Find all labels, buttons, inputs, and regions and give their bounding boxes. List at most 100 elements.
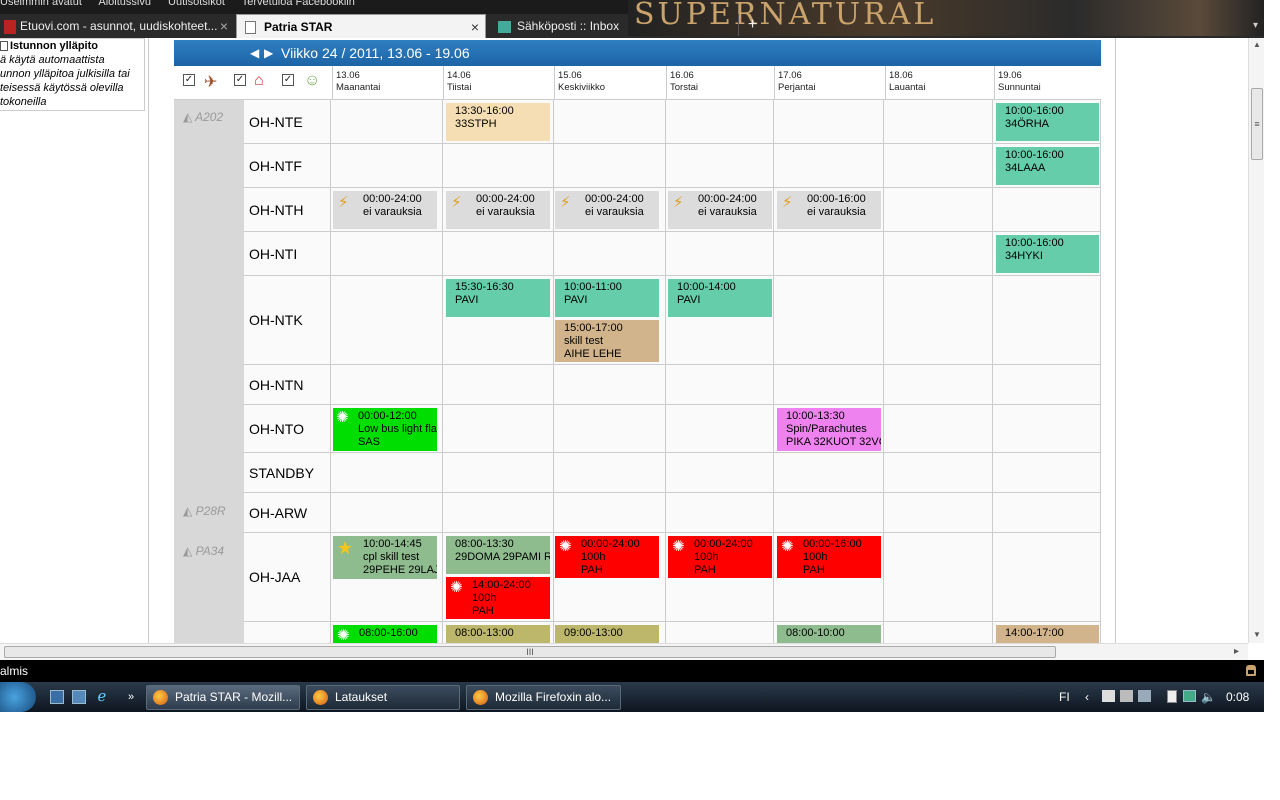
group-pa34[interactable]: ◭ PA34 [183, 544, 224, 558]
scroll-down-icon[interactable]: ▼ [1253, 630, 1261, 639]
booking-block[interactable]: 08:00-13:00 [446, 625, 550, 643]
bookmark-facebook[interactable]: Tervetuloa Facebookiin [242, 0, 355, 8]
bookmark-most-visited[interactable]: Useimmin avatut [0, 0, 82, 8]
close-icon[interactable]: × [471, 15, 479, 39]
booking-block[interactable]: 08:00-10:00 [777, 625, 881, 643]
horizontal-scrollbar[interactable]: III ▸ [0, 643, 1248, 660]
availability-block[interactable]: ⚡ 00:00-16:00 ei varauksia [777, 191, 881, 229]
availability-block[interactable]: ⚡ 00:00-24:00 ei varauksia [668, 191, 772, 229]
clock[interactable]: 0:08 [1226, 682, 1249, 712]
filter-plane-checkbox[interactable]: ✓ [183, 74, 195, 86]
booking-block[interactable]: 10:00-14:00 PAVI [668, 279, 772, 317]
taskbar: ℯ » Patria STAR - Mozill... Lataukset Mo… [0, 682, 1264, 712]
network-icon[interactable] [1183, 690, 1196, 702]
bookmark-headlines[interactable]: Uutisotsikot [168, 0, 225, 8]
aircraft-reg[interactable]: OH-JAA [244, 533, 330, 621]
booking-block[interactable]: 14:00-17:00 [996, 625, 1099, 643]
aircraft-reg[interactable]: OH-NTI [244, 232, 330, 275]
aircraft-reg[interactable]: OH-NTH [244, 188, 330, 231]
aircraft-row: OH-ARW [244, 493, 1101, 533]
day-header-row: ✓ ✈ ✓ ⌂ ✓ ☺ 13.06 Maanantai 14.06 Tiistai … [174, 66, 1101, 100]
task-patria-star[interactable]: Patria STAR - Mozill... [146, 685, 300, 710]
collapse-icon[interactable]: ◭ [183, 544, 192, 558]
lightning-icon: ⚡ [560, 194, 571, 211]
availability-block[interactable]: ⚡ 00:00-24:00 ei varauksia [555, 191, 659, 229]
maintenance-block[interactable]: ✺ 14:00-24:00 100h PAH [446, 577, 550, 619]
booking-block[interactable]: 15:00-17:00 skill test AIHE LEHE [555, 320, 659, 362]
aircraft-reg[interactable]: OH-NTN [244, 365, 330, 404]
session-checkbox[interactable] [0, 41, 8, 52]
close-icon[interactable]: × [220, 14, 228, 38]
collapse-icon[interactable]: ◭ [183, 110, 192, 124]
tray-app-icon[interactable] [1120, 690, 1133, 702]
maintenance-block[interactable]: ✺ 00:00-12:00 Low bus light flas SAS [333, 408, 437, 451]
quick-launch-more-icon[interactable]: » [124, 690, 138, 704]
aircraft-reg[interactable]: OH-ARW [244, 493, 330, 532]
lightning-icon: ⚡ [673, 194, 684, 211]
new-tab-button[interactable]: + [738, 14, 766, 36]
maintenance-block[interactable]: ✺ 00:00-24:00 100h PAH [668, 536, 772, 578]
booking-time: 14:00-24:00 [472, 579, 531, 591]
maintenance-block[interactable]: ✺ 08:00-16:00 [333, 625, 437, 643]
tab-patria-star[interactable]: Patria STAR × [236, 14, 486, 39]
firefox-icon [313, 690, 328, 705]
task-label: Patria STAR - Mozill... [175, 690, 293, 704]
scroll-right-icon[interactable]: ▸ [1234, 646, 1239, 657]
etuovi-favicon-icon [4, 19, 16, 34]
aircraft-reg[interactable]: OH-NTO [244, 405, 330, 452]
internet-explorer-icon[interactable]: ℯ [95, 689, 109, 704]
filter-house-checkbox[interactable]: ✓ [234, 74, 246, 86]
desktop-icon[interactable] [50, 690, 64, 704]
group-p28r[interactable]: ◭ P28R [183, 504, 226, 518]
language-indicator[interactable]: FI [1059, 682, 1070, 712]
show-hidden-icons-icon[interactable]: ‹ [1085, 682, 1089, 712]
booking-block[interactable]: 10:00-13:30 Spin/Parachutes PIKA 32KUOT 32… [777, 408, 881, 451]
booking-block[interactable]: 13:30-16:00 33STPH [446, 103, 550, 141]
maintenance-block[interactable]: ✺ 00:00-16:00 100h PAH [777, 536, 881, 578]
start-button[interactable] [0, 682, 36, 712]
filter-person-checkbox[interactable]: ✓ [282, 74, 294, 86]
scroll-thumb[interactable]: ≡ [1251, 88, 1263, 160]
week-header: ◀ ▶ Viikko 24 / 2011, 13.06 - 19.06 [174, 40, 1101, 66]
aircraft-reg[interactable]: OH-NTE [244, 100, 330, 143]
availability-block[interactable]: ⚡ 00:00-24:00 ei varauksia [333, 191, 437, 229]
switch-windows-icon[interactable] [72, 690, 86, 704]
tray-app-icon[interactable] [1138, 690, 1151, 702]
booking-block[interactable]: 08:00-13:30 29DOMA 29PAMI R [446, 536, 550, 574]
booking-block[interactable]: ★ 10:00-14:45 cpl skill test 29PEHE 29LAJ [333, 536, 437, 579]
bookmark-home[interactable]: Aloitussivu [98, 0, 151, 8]
tab-etuovi[interactable]: Etuovi.com - asunnot, uudiskohteet... × [0, 14, 234, 38]
maintenance-block[interactable]: ✺ 00:00-24:00 100h PAH [555, 536, 659, 578]
group-a202[interactable]: ◭ A202 [183, 110, 223, 124]
task-firefox-start[interactable]: Mozilla Firefoxin alo... [466, 685, 621, 710]
scroll-up-icon[interactable]: ▲ [1253, 40, 1261, 49]
availability-block[interactable]: ⚡ 00:00-24:00 ei varauksia [446, 191, 550, 229]
vertical-scrollbar[interactable]: ▲ ≡ ▼ [1248, 38, 1264, 643]
tray-app-icon[interactable] [1102, 690, 1115, 702]
booking-block[interactable]: 15:30-16:30 PAVI [446, 279, 550, 317]
aircraft-row: OH-NTI [244, 232, 1101, 276]
battery-icon[interactable] [1167, 690, 1177, 703]
collapse-icon[interactable]: ◭ [183, 504, 192, 518]
tab-list-dropdown[interactable]: ▾ [1247, 14, 1264, 38]
task-downloads[interactable]: Lataukset [306, 685, 460, 710]
aircraft-row: OH-NTN [244, 365, 1101, 405]
scroll-thumb[interactable]: III [4, 646, 1056, 658]
aircraft-reg[interactable]: OH-NTF [244, 144, 330, 187]
booking-block[interactable]: 10:00-16:00 34HYKI [996, 235, 1099, 273]
booking-block[interactable]: 09:00-13:00 [555, 625, 659, 643]
booking-block[interactable]: 10:00-11:00 PAVI [555, 279, 659, 317]
task-label: Lataukset [335, 690, 388, 704]
booking-info: 100h [581, 551, 606, 563]
aircraft-reg[interactable]: OH-NTK [244, 276, 330, 364]
volume-icon[interactable]: 🔈 [1201, 682, 1216, 712]
next-week-icon[interactable]: ▶ [264, 40, 273, 66]
group-label: A202 [195, 110, 224, 124]
aircraft-reg[interactable]: STANDBY [244, 453, 330, 492]
booking-block[interactable]: 10:00-16:00 34LAAA [996, 147, 1099, 185]
booking-block[interactable]: 10:00-16:00 34ÖRHA [996, 103, 1099, 141]
aircraft-row: STANDBY [244, 453, 1101, 493]
page-icon [245, 21, 256, 35]
booking-time: 00:00-24:00 [581, 538, 640, 550]
prev-week-icon[interactable]: ◀ [250, 40, 259, 66]
